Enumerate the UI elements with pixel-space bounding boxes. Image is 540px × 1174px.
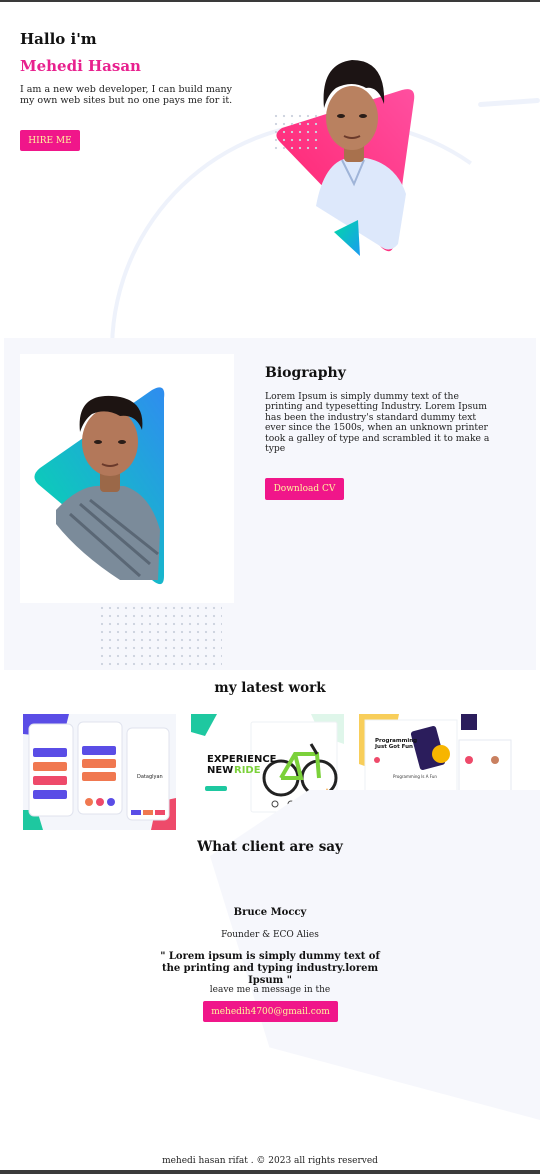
project-card[interactable]: Dataglyan xyxy=(23,714,176,830)
download-cv-button[interactable]: Download CV xyxy=(265,478,344,500)
project-heading: NEW xyxy=(207,765,234,776)
hero-description: I am a new web developer, I can build ma… xyxy=(20,84,233,106)
dot-pattern xyxy=(98,604,222,666)
client-quote: " Lorem ipsum is simply dummy text of th… xyxy=(160,951,380,986)
biography-title: Biography xyxy=(265,365,346,381)
email-button[interactable]: mehedih4700@gmail.com xyxy=(203,1001,338,1022)
client-role: Founder & ECO Alies xyxy=(221,930,319,940)
decorative-line xyxy=(477,97,540,108)
biography-text: Lorem Ipsum is simply dummy text of the … xyxy=(265,391,490,455)
mobile-app-mockup-icon xyxy=(23,714,176,830)
hero-greeting: Hallo i'm xyxy=(20,30,97,48)
hero-name: Mehedi Hasan xyxy=(20,57,141,75)
biography-photo-icon xyxy=(34,387,165,585)
hero-portrait xyxy=(268,34,420,259)
project-caption: Dataglyan xyxy=(137,774,163,780)
client-title: What client are say xyxy=(197,839,343,855)
work-title: my latest work xyxy=(214,680,326,696)
hire-me-button[interactable]: HIRE ME xyxy=(20,130,80,151)
footer-text: mehedi hasan rifat . © 2023 all rights r… xyxy=(162,1156,378,1166)
dot-pattern xyxy=(272,112,320,152)
biography-photo-card xyxy=(20,354,234,603)
message-label: leave me a message in the xyxy=(209,985,331,995)
bottom-border xyxy=(0,1170,540,1174)
top-border xyxy=(0,0,540,2)
project-heading: EXPERIENCE xyxy=(207,754,277,765)
project-section-label: Programming Is A Fun xyxy=(393,774,437,779)
project-heading-accent: RIDE xyxy=(234,765,261,776)
project-heading: Just Got Fun xyxy=(375,744,413,750)
client-name: Bruce Moccy xyxy=(233,907,307,918)
